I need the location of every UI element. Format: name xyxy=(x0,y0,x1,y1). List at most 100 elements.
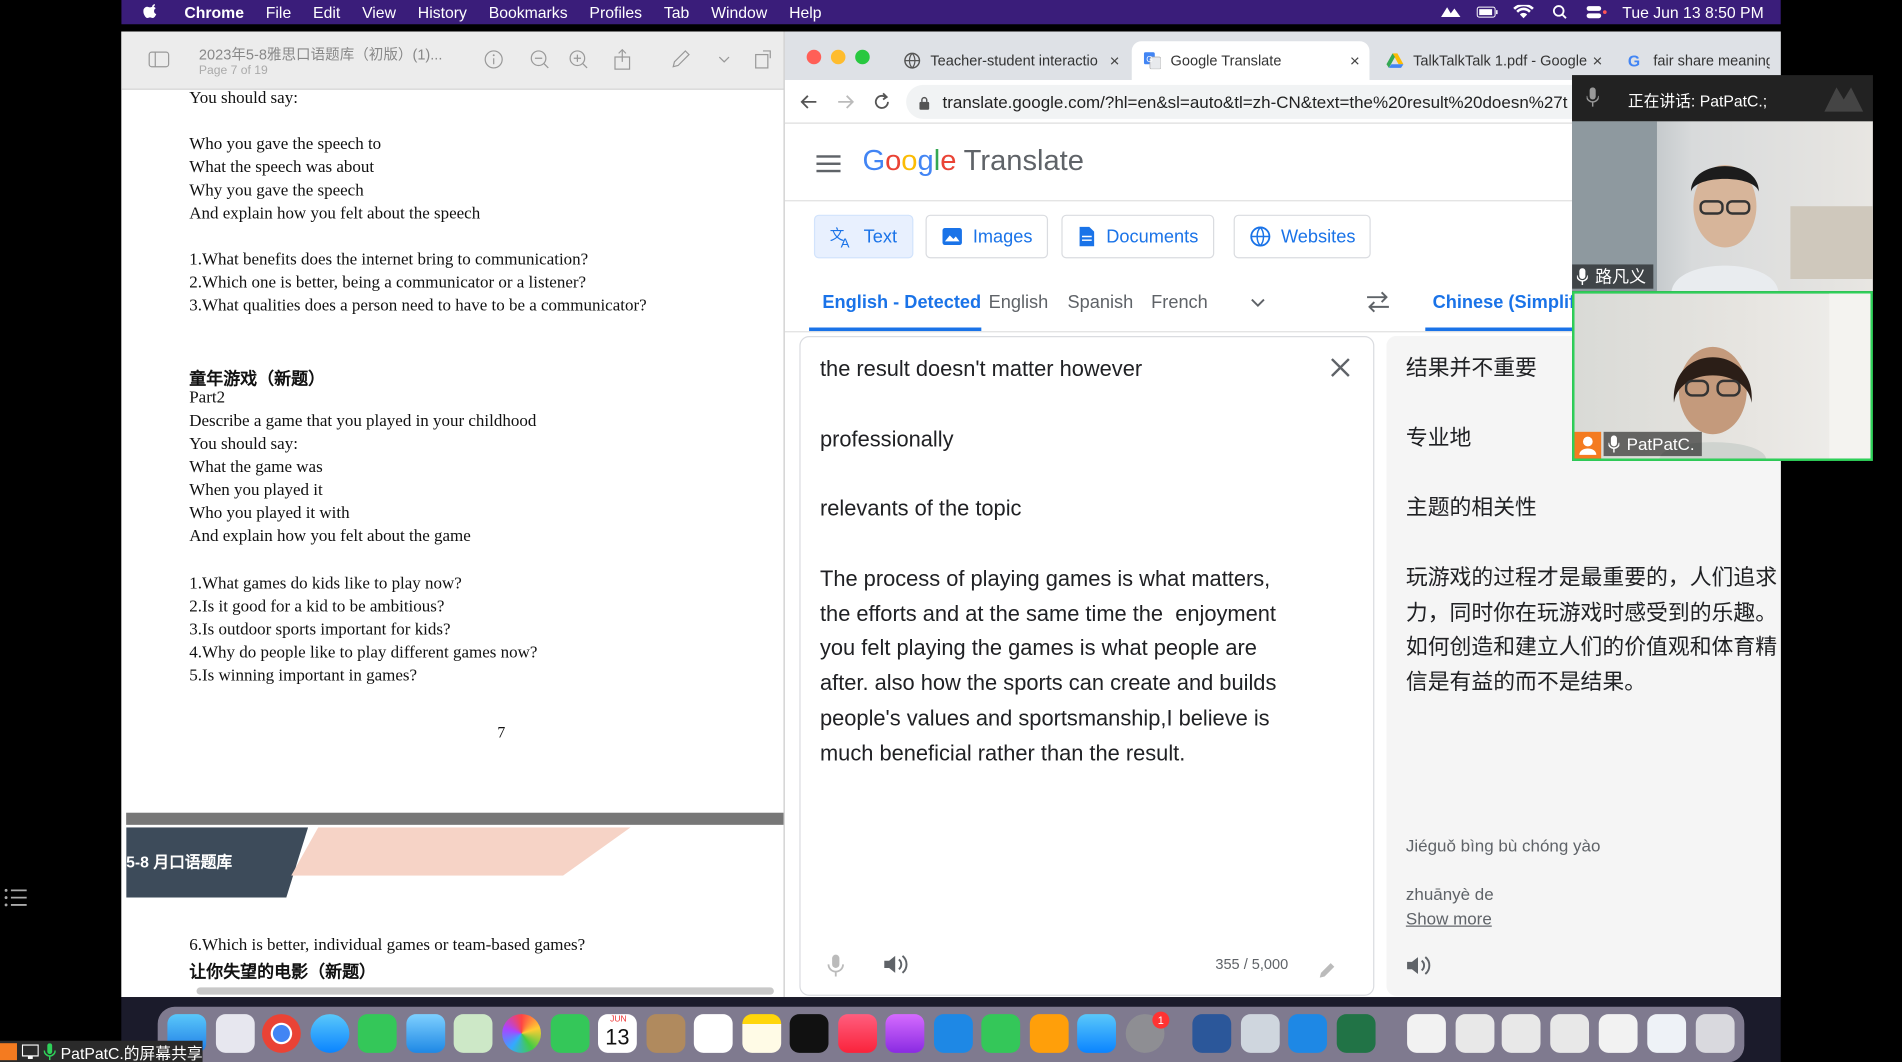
excel-icon[interactable] xyxy=(1336,1014,1376,1053)
apple-icon[interactable] xyxy=(143,4,160,21)
mail-icon[interactable] xyxy=(406,1014,446,1053)
info-icon[interactable] xyxy=(483,49,505,71)
numbers-icon[interactable] xyxy=(981,1014,1021,1053)
screen: Chrome File Edit View History Bookmarks … xyxy=(0,0,1902,1062)
microphone-icon[interactable] xyxy=(1586,87,1599,107)
trash-icon[interactable] xyxy=(1695,1014,1735,1053)
edit-pencil-icon[interactable] xyxy=(1317,961,1336,980)
translate-icon: 文A xyxy=(830,227,850,248)
back-icon[interactable] xyxy=(799,92,818,111)
pdf-line: 1.What benefits does the internet bring … xyxy=(189,251,589,270)
show-more-link[interactable]: Show more xyxy=(1406,909,1492,928)
battery-icon[interactable] xyxy=(1477,5,1499,20)
microphone-icon[interactable] xyxy=(827,953,844,977)
cloud-app-icon[interactable] xyxy=(1288,1014,1328,1053)
safari-icon[interactable] xyxy=(310,1014,350,1053)
rotate-icon[interactable] xyxy=(752,49,774,71)
close-tab-icon[interactable]: × xyxy=(1110,51,1120,70)
preview-icon[interactable] xyxy=(1240,1014,1280,1053)
messages-icon[interactable] xyxy=(357,1014,397,1053)
document-thumbnail-icon[interactable] xyxy=(1598,1014,1638,1053)
document-thumbnail-icon[interactable] xyxy=(1455,1014,1495,1053)
app-store-icon[interactable] xyxy=(1077,1014,1116,1053)
document-thumbnail-icon[interactable] xyxy=(1647,1014,1687,1053)
chevron-down-icon[interactable] xyxy=(713,49,735,71)
tab-teacher-student[interactable]: Teacher-student interactio × xyxy=(892,41,1130,80)
pages-icon[interactable] xyxy=(1029,1014,1069,1053)
chrome-icon[interactable] xyxy=(262,1014,301,1053)
maps-icon[interactable] xyxy=(453,1014,493,1053)
close-tab-icon[interactable]: × xyxy=(1350,51,1360,70)
menubar-clock[interactable]: Tue Jun 13 8:50 PM xyxy=(1622,3,1763,21)
document-thumbnail-icon[interactable] xyxy=(1407,1014,1446,1053)
menu-bookmarks[interactable]: Bookmarks xyxy=(489,3,568,21)
target-lang-tab[interactable]: Chinese (Simplifie xyxy=(1433,292,1591,313)
podcasts-icon[interactable] xyxy=(885,1014,925,1053)
tab-google-translate[interactable]: G Google Translate × xyxy=(1131,41,1370,81)
menu-window[interactable]: Window xyxy=(711,3,767,21)
menu-edit[interactable]: Edit xyxy=(313,3,340,21)
contacts-icon[interactable] xyxy=(646,1014,686,1053)
source-lang-english-tab[interactable]: English xyxy=(989,292,1049,313)
markup-pen-icon[interactable] xyxy=(670,49,692,71)
main-menu-icon[interactable] xyxy=(816,154,841,173)
photos-icon[interactable] xyxy=(502,1014,542,1053)
menu-history[interactable]: History xyxy=(418,3,467,21)
facetime-icon[interactable] xyxy=(550,1014,590,1053)
participant-video-tile[interactable]: 路凡义 xyxy=(1572,121,1873,292)
close-window-button[interactable] xyxy=(806,49,822,65)
swap-languages-icon[interactable] xyxy=(1365,290,1392,314)
participant-video-tile[interactable]: PatPatC. xyxy=(1572,291,1873,461)
document-thumbnail-icon[interactable] xyxy=(1550,1014,1590,1053)
google-icon: G xyxy=(1628,54,1640,69)
reminders-icon[interactable] xyxy=(693,1014,733,1053)
music-icon[interactable] xyxy=(838,1014,878,1053)
horizontal-scrollbar[interactable] xyxy=(196,987,774,995)
reload-icon[interactable] xyxy=(872,92,891,111)
speaker-icon[interactable] xyxy=(883,953,910,975)
mode-documents-button[interactable]: Documents xyxy=(1061,214,1215,259)
spotlight-search-icon[interactable] xyxy=(1550,5,1572,20)
sidebar-toggle-icon[interactable] xyxy=(148,49,170,71)
source-textarea[interactable]: the result doesn't matter however profes… xyxy=(820,352,1305,771)
share-icon[interactable] xyxy=(611,48,633,71)
zoom-window-button[interactable] xyxy=(855,49,870,65)
menu-profiles[interactable]: Profiles xyxy=(589,3,642,21)
creative-cloud-icon[interactable] xyxy=(1440,5,1462,20)
word-icon[interactable] xyxy=(1192,1014,1232,1053)
minimize-window-button[interactable] xyxy=(830,49,846,65)
menu-view[interactable]: View xyxy=(362,3,396,21)
source-lang-french-tab[interactable]: French xyxy=(1151,292,1208,313)
source-lang-spanish-tab[interactable]: Spanish xyxy=(1067,292,1133,313)
forward-icon[interactable] xyxy=(836,92,855,111)
control-center-icon[interactable] xyxy=(1586,5,1608,20)
zoom-in-icon[interactable] xyxy=(568,49,590,71)
keynote-icon[interactable] xyxy=(934,1014,973,1053)
menu-file[interactable]: File xyxy=(266,3,291,21)
screen-share-icon xyxy=(21,1044,39,1059)
screen-share-indicator[interactable]: PatPatC.的屏幕共享 xyxy=(0,1040,203,1062)
host-icon xyxy=(1579,436,1597,455)
calendar-icon[interactable]: JUN 13 xyxy=(598,1014,637,1053)
mode-websites-button[interactable]: Websites xyxy=(1233,214,1372,259)
google-translate-logo[interactable]: Google Translate xyxy=(862,144,1084,178)
lock-icon[interactable] xyxy=(918,96,930,111)
close-icon[interactable] xyxy=(1329,357,1351,379)
tab-title: fair share meaning - xyxy=(1653,52,1770,70)
list-icon[interactable] xyxy=(2,885,29,909)
menu-help[interactable]: Help xyxy=(789,3,821,21)
speaker-icon[interactable] xyxy=(1406,955,1433,977)
launchpad-icon[interactable] xyxy=(215,1014,255,1053)
notes-icon[interactable] xyxy=(742,1014,782,1053)
menu-tab[interactable]: Tab xyxy=(664,3,689,21)
mode-images-button[interactable]: Images xyxy=(925,214,1049,259)
zoom-out-icon[interactable] xyxy=(529,49,551,71)
apple-tv-icon[interactable] xyxy=(789,1014,829,1053)
wifi-icon[interactable] xyxy=(1513,4,1535,20)
close-tab-icon[interactable]: × xyxy=(1592,51,1602,70)
mode-text-button[interactable]: 文A Text xyxy=(813,214,913,259)
document-thumbnail-icon[interactable] xyxy=(1501,1014,1541,1053)
chevron-down-icon[interactable] xyxy=(1248,292,1267,311)
source-lang-detected-tab[interactable]: English - Detected xyxy=(822,292,981,313)
menu-app-name[interactable]: Chrome xyxy=(184,3,244,21)
